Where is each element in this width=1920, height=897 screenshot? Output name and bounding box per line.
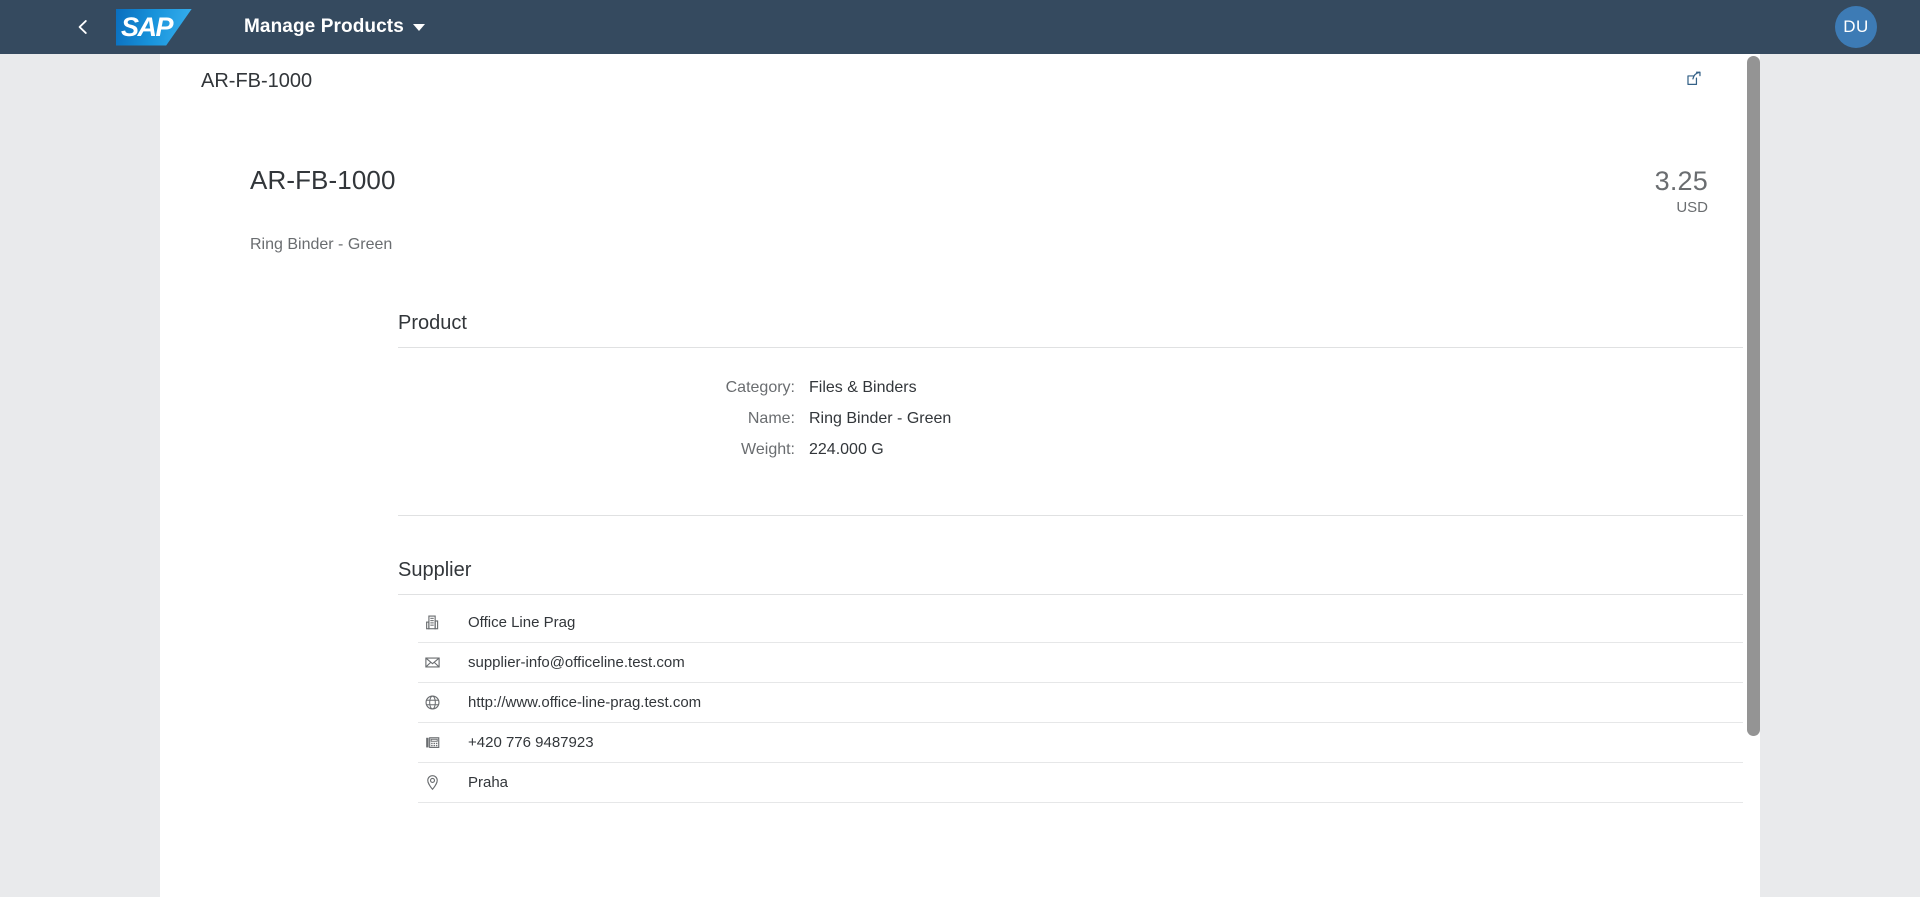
object-header-right: 3.25 USD: [1654, 165, 1708, 217]
list-item-supplier-website[interactable]: http://www.office-line-prag.test.com: [418, 683, 1760, 723]
chevron-left-icon: [74, 18, 92, 36]
price-currency: USD: [1676, 199, 1708, 217]
email-icon: [418, 654, 446, 671]
product-section-heading: Product: [398, 312, 467, 334]
form-row: Weight: 224.000 G: [398, 441, 1760, 472]
form-label-name: Name:: [747, 410, 795, 427]
list-item-supplier-name[interactable]: Office Line Prag: [418, 603, 1760, 643]
form-label-category: Category:: [725, 379, 795, 396]
supplier-section: Supplier Office Line Prag supplier-info@…: [160, 559, 1760, 803]
sap-logo[interactable]: SAP: [116, 8, 192, 46]
supplier-email-value: supplier-info@officeline.test.com: [468, 654, 685, 671]
supplier-city-value: Praha: [468, 774, 509, 791]
supplier-website-value: http://www.office-line-prag.test.com: [468, 694, 702, 711]
fax-icon: [418, 734, 446, 751]
supplier-section-heading: Supplier: [398, 559, 472, 581]
share-export-icon: [1684, 69, 1703, 93]
app-title-menu[interactable]: Manage Products: [238, 7, 431, 47]
object-header-left: AR-FB-1000 Ring Binder - Green: [250, 165, 1655, 254]
supplier-name-value: Office Line Prag: [468, 614, 576, 631]
object-header: AR-FB-1000 Ring Binder - Green 3.25 USD: [160, 108, 1760, 254]
right-gutter: [1760, 54, 1920, 897]
avatar[interactable]: DU: [1835, 6, 1877, 48]
form-value-name: Ring Binder - Green: [809, 410, 952, 427]
list-item-supplier-phone[interactable]: +420 776 9487923: [418, 723, 1760, 763]
spacer-before-product: [160, 254, 1760, 312]
page-title: AR-FB-1000: [201, 69, 313, 92]
price-value: 3.25: [1654, 166, 1708, 196]
app-title-label: Manage Products: [244, 16, 404, 37]
globe-icon: [418, 694, 446, 711]
map-pin-icon: [418, 774, 446, 791]
left-gutter: [0, 54, 160, 897]
form-value-category: Files & Binders: [809, 379, 917, 396]
supplier-list: Office Line Prag supplier-info@officelin…: [418, 595, 1760, 803]
share-button[interactable]: [1676, 64, 1710, 98]
avatar-initials: DU: [1843, 17, 1869, 36]
back-button[interactable]: [62, 6, 104, 48]
application-root: SAP Manage Products DU AR-FB-1000 AR-FB-…: [0, 0, 1920, 897]
form-label-weight: Weight:: [741, 441, 795, 458]
building-icon: [418, 614, 446, 631]
product-form: Category: Files & Binders Name: Ring Bin…: [398, 348, 1760, 472]
supplier-section-header: Supplier: [398, 559, 1760, 595]
list-item-supplier-email[interactable]: supplier-info@officeline.test.com: [418, 643, 1760, 683]
object-subtitle: Ring Binder - Green: [250, 236, 393, 253]
form-value-weight: 224.000 G: [809, 441, 884, 458]
shell-bar: SAP Manage Products DU: [0, 0, 1920, 54]
object-title: AR-FB-1000: [250, 165, 396, 195]
spacer-before-supplier: [160, 516, 1760, 559]
sap-logo-text: SAP: [121, 11, 174, 42]
form-row: Name: Ring Binder - Green: [398, 410, 1760, 441]
form-row: Category: Files & Binders: [398, 379, 1760, 410]
caret-down-icon: [412, 23, 425, 31]
object-page: AR-FB-1000 AR-FB-1000 Ring Binder - Gree…: [160, 54, 1760, 897]
page-title-bar: AR-FB-1000: [160, 54, 1760, 108]
supplier-phone-value: +420 776 9487923: [468, 734, 594, 751]
product-section-header: Product: [398, 312, 1760, 348]
page-scrollbar-thumb[interactable]: [1747, 56, 1760, 736]
product-section: Product Category: Files & Binders Name: …: [160, 312, 1760, 516]
list-item-supplier-city[interactable]: Praha: [418, 763, 1760, 803]
